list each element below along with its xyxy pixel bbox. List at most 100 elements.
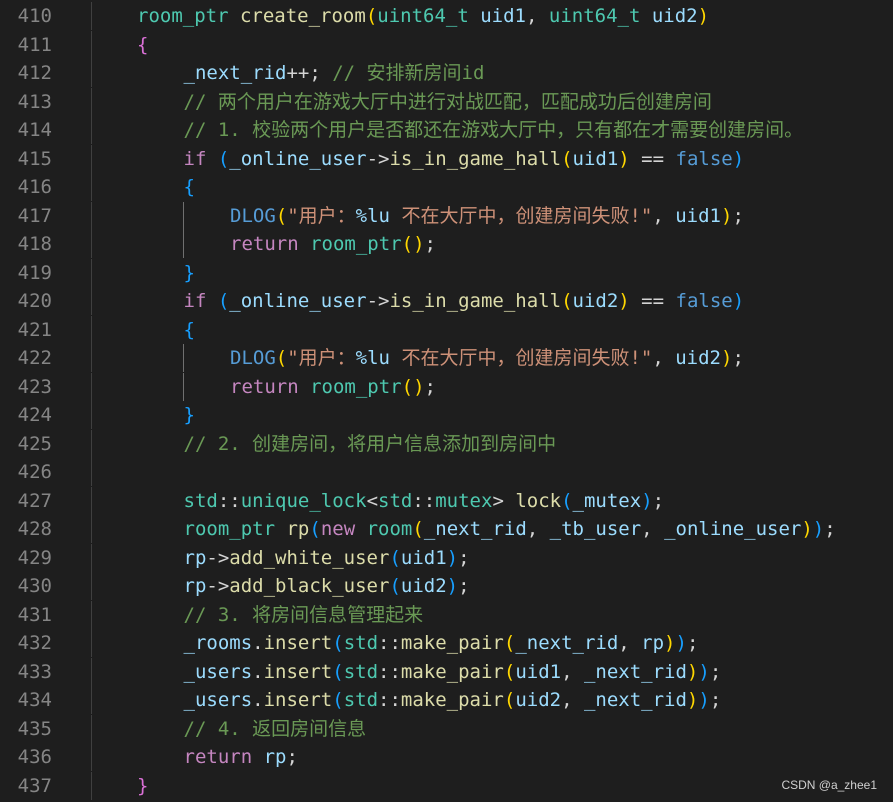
code-token: _users [183,660,253,683]
code-line[interactable]: 431 // 3. 将房间信息管理起来 [0,600,893,629]
code-token: :: [378,660,401,683]
code-text: // 2. 创建房间，将用户信息添加到房间中 [184,430,557,458]
code-token: new [320,518,356,540]
code-line[interactable]: 415 if (_online_user->is_in_game_hall(uid… [0,144,893,173]
code-token: "用户： [287,204,356,227]
code-line[interactable]: 420 if (_online_user->is_in_game_hall(uid… [0,287,893,315]
code-token: ; [458,575,470,597]
line-number: 419 [17,261,52,284]
code-token: ) [413,233,425,255]
code-line[interactable]: 418 return room_ptr(); [0,230,893,258]
code-token: unique_lock [240,489,367,512]
code-token: _rooms [183,632,253,654]
indent-guide [91,714,92,743]
code-text: } [184,259,195,287]
indent-guide [182,344,184,372]
line-number: 421 [17,318,52,341]
code-line[interactable]: 428 room_ptr rp(new room(_next_rid, _tb_u… [0,515,893,543]
code-token: ( [401,233,414,255]
line-number: 411 [17,33,52,56]
code-line[interactable]: 432 _rooms.insert(std::make_pair(_next_ri… [0,629,893,657]
code-line[interactable]: 435 // 4. 返回房间信息 [0,714,893,743]
code-token: return [230,375,299,398]
code-line[interactable]: 417 DLOG("用户：%lu 不在大厅中，创建房间失败!", uid1); [0,201,893,230]
code-token: { [183,318,195,341]
code-token: make_pair [400,689,504,711]
code-text: rp->add_white_user(uid1); [184,544,470,572]
code-token: mutex [435,489,493,512]
code-line[interactable]: 419} [0,258,893,287]
code-token: -> [366,147,390,170]
code-editor[interactable]: CSDN @a_zhee1 410 room_ptr create_room(ui… [0,0,893,802]
code-token: // 安排新房间id [332,62,485,84]
code-token: ( [389,546,401,569]
code-line[interactable]: 424} [0,401,893,429]
code-line[interactable]: 426 [0,458,893,486]
code-text: DLOG("用户：%lu 不在大厅中，创建房间失败!", uid1); [230,202,744,230]
code-token: -> [206,546,230,569]
code-token: == [629,147,676,170]
code-line[interactable]: 427 std::unique_lock<std::mutex> lock(_mu… [0,486,893,515]
code-token: room [366,518,413,540]
code-line[interactable]: 425 // 2. 创建房间，将用户信息添加到房间中 [0,429,893,458]
code-line[interactable]: 412 _next_rid++; // 安排新房间id [0,59,893,87]
indent-guide [182,372,184,401]
code-token: { [137,33,149,56]
code-token: false [675,147,733,170]
indent-guide [182,230,184,258]
line-number: 437 [17,774,52,797]
code-token: ) [720,204,733,227]
line-number: 427 [17,489,52,512]
line-number: 418 [17,233,52,255]
code-line[interactable]: 421 { [0,315,893,344]
line-number: 416 [17,176,52,198]
code-line[interactable]: 410 room_ptr create_room(uint64_t uid1, u… [0,2,893,30]
code-token: insert [263,632,333,654]
code-token: ) [801,518,813,540]
code-token: == [629,290,676,312]
code-text: room_ptr create_room(uint64_t uid1, uint… [137,2,709,30]
code-line[interactable]: 416 { [0,173,893,201]
code-token: uid2 [675,347,721,369]
code-token: ( [503,660,516,683]
code-token: insert [263,660,333,683]
code-line[interactable]: 429 rp->add_white_user(uid1); [0,543,893,572]
code-token: _next_rid [515,632,619,654]
code-text: if (_online_user->is_in_game_hall(uid2) … [184,287,745,315]
code-text: { [184,173,195,201]
code-line[interactable]: 413 // 两个用户在游戏大厅中进行对战匹配，匹配成功后创建房间 [0,87,893,116]
code-token: %lu [355,347,390,369]
code-line[interactable]: 423 return room_ptr(); [0,372,893,401]
indent-guide [91,116,92,144]
indent-guide [91,59,92,87]
code-line[interactable]: 411 { [0,30,893,59]
line-number: 420 [17,290,52,312]
code-token: 不在大厅中，创建房间失败!" [390,347,653,369]
code-line[interactable]: 422 DLOG("用户：%lu 不在大厅中，创建房间失败!", uid2); [0,344,893,372]
code-line[interactable]: 430 rp->add_black_user(uid2); [0,572,893,600]
line-number: 417 [17,204,52,227]
code-token: add_white_user [229,546,390,569]
code-token: uid1 [515,660,562,683]
code-token: _online_user [229,147,367,170]
code-token: make_pair [400,632,504,654]
code-token: ) [675,632,687,654]
code-token: rp [183,546,207,569]
code-line[interactable]: 414 // 1. 校验两个用户是否都还在游戏大厅中，只有都在才需要创建房间。 [0,116,893,144]
code-line[interactable]: 434 _users.insert(std::make_pair(uid2, _n… [0,686,893,714]
indent-guide [91,401,92,429]
code-text: return room_ptr(); [230,373,436,401]
code-token: rp [641,632,665,654]
code-line[interactable]: 437} [0,771,893,800]
code-text: // 4. 返回房间信息 [184,715,367,743]
code-line[interactable]: 433 _users.insert(std::make_pair(uid1, _n… [0,657,893,686]
code-token: ; [286,746,298,768]
indent-guide [91,458,92,486]
code-token: ; [424,375,436,398]
code-text: // 3. 将房间信息管理起来 [184,601,424,629]
code-line[interactable]: 436 return rp; [0,743,893,771]
